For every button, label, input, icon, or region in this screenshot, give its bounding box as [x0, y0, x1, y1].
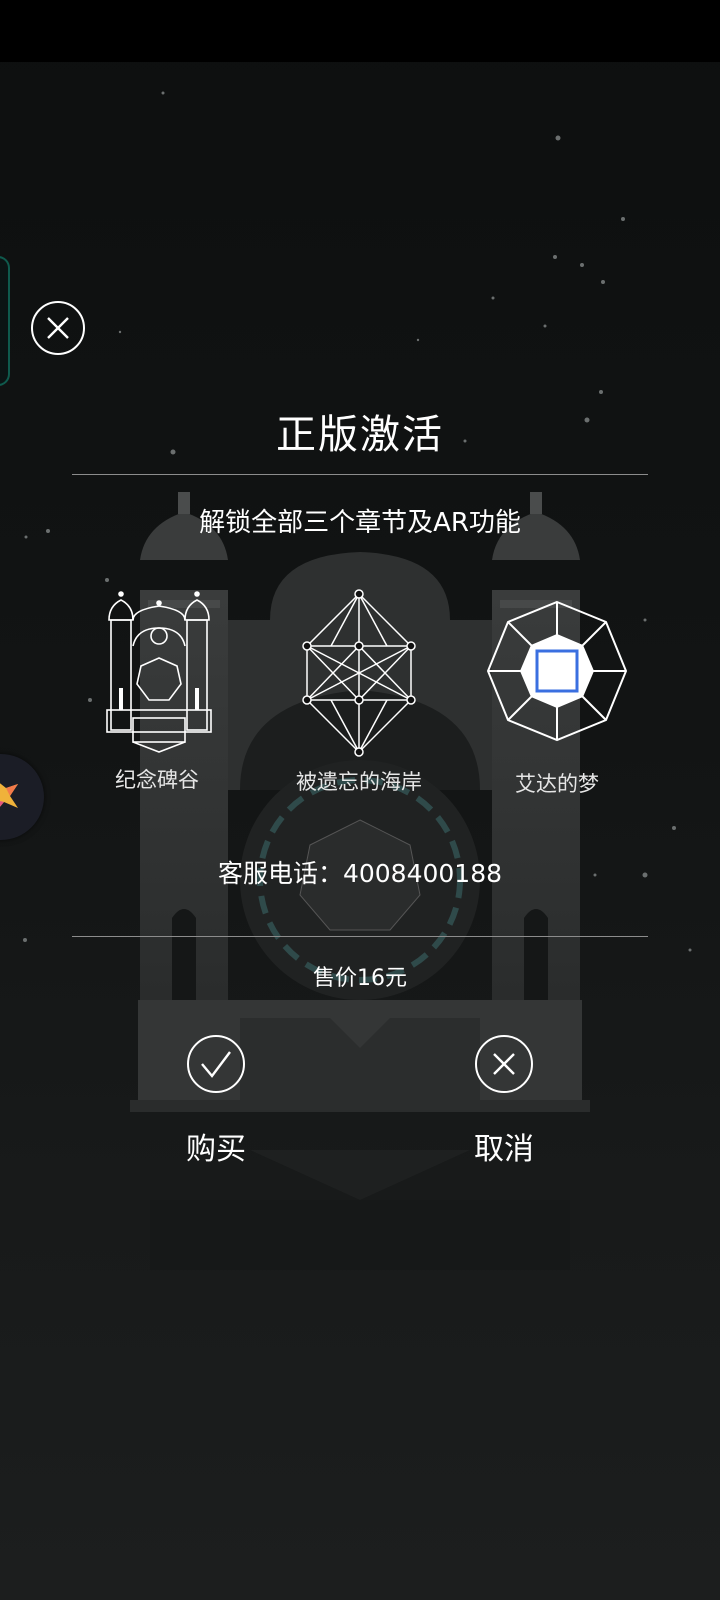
dialog-subtitle: 解锁全部三个章节及AR功能 — [199, 508, 521, 538]
side-edge-tab[interactable] — [0, 256, 10, 386]
buy-button[interactable]: 购买 — [156, 1034, 276, 1168]
title-divider — [72, 474, 648, 475]
game-screen: 正版激活 解锁全部三个章节及AR功能 纪念碑谷 被遗忘的海岸 艾达的梦 客服电话… — [0, 0, 720, 1600]
cancel-button[interactable]: 取消 — [444, 1034, 564, 1168]
chapter-1-label: 纪念碑谷 — [115, 768, 199, 792]
octagon-icon — [486, 600, 628, 742]
price-text: 售价16元 — [313, 966, 407, 991]
temple-background — [130, 492, 590, 1270]
dialog-title: 正版激活 — [276, 412, 444, 458]
chapter-item-2: 被遗忘的海岸 — [284, 588, 434, 796]
chapter-item-3: 艾达的梦 — [482, 600, 632, 798]
crystal-icon — [302, 589, 416, 757]
close-icon — [475, 1035, 533, 1093]
close-button[interactable] — [30, 300, 86, 356]
buy-label: 购买 — [186, 1132, 246, 1167]
chapter-2-label: 被遗忘的海岸 — [296, 770, 422, 794]
check-icon — [187, 1035, 245, 1093]
chapter-3-label: 艾达的梦 — [515, 772, 599, 796]
price-divider — [72, 936, 648, 937]
cancel-label: 取消 — [474, 1132, 534, 1167]
close-icon — [31, 301, 85, 355]
star-icon — [0, 783, 18, 808]
temple-icon — [106, 591, 212, 753]
chapter-item-1: 纪念碑谷 — [92, 588, 222, 794]
service-phone-text: 客服电话：4008400188 — [217, 859, 503, 888]
